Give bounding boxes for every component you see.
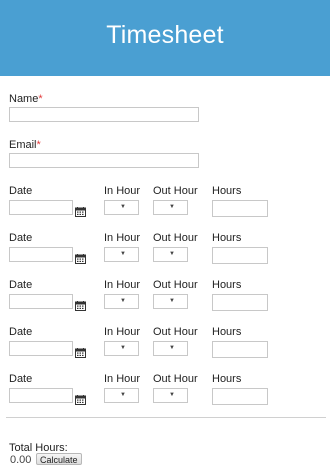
out-hour-select[interactable]: ▼ <box>153 200 188 215</box>
chevron-down-icon: ▼ <box>169 345 175 351</box>
divider <box>6 417 326 418</box>
date-input[interactable] <box>9 341 73 356</box>
email-label: Email <box>9 139 37 151</box>
hours-input[interactable] <box>212 341 268 358</box>
in-hour-select[interactable]: ▼ <box>104 341 139 356</box>
out-hour-column-label: Out Hour <box>153 185 198 197</box>
page-title: Timesheet <box>106 21 224 49</box>
hours-column-label: Hours <box>212 185 242 197</box>
date-input[interactable] <box>9 200 73 215</box>
in-hour-select[interactable]: ▼ <box>104 294 139 309</box>
hours-input[interactable] <box>212 388 268 405</box>
date-column-label: Date <box>9 232 33 244</box>
chevron-down-icon: ▼ <box>120 204 126 210</box>
chevron-down-icon: ▼ <box>169 298 175 304</box>
chevron-down-icon: ▼ <box>169 251 175 257</box>
required-marker: * <box>36 139 41 151</box>
in-hour-select[interactable]: ▼ <box>104 388 139 403</box>
hours-column-label: Hours <box>212 373 242 385</box>
date-input[interactable] <box>9 294 73 309</box>
in-hour-column-label: In Hour <box>104 326 141 338</box>
date-column-label: Date <box>9 279 33 291</box>
hours-column-label: Hours <box>212 326 242 338</box>
name-label: Name <box>9 93 39 105</box>
date-column-label: Date <box>9 326 33 338</box>
name-label-group: Name* <box>9 93 43 105</box>
calendar-icon[interactable] <box>75 204 86 217</box>
out-hour-column-label: Out Hour <box>153 326 198 338</box>
hours-input[interactable] <box>212 247 268 264</box>
required-marker: * <box>38 93 43 105</box>
email-field[interactable] <box>9 153 199 168</box>
total-hours-value: 0.00 <box>10 454 32 466</box>
calendar-icon[interactable] <box>75 251 86 264</box>
out-hour-select[interactable]: ▼ <box>153 388 188 403</box>
out-hour-select[interactable]: ▼ <box>153 341 188 356</box>
calendar-icon[interactable] <box>75 298 86 311</box>
date-input[interactable] <box>9 388 73 403</box>
email-label-group: Email* <box>9 139 41 151</box>
in-hour-column-label: In Hour <box>104 232 141 244</box>
chevron-down-icon: ▼ <box>120 345 126 351</box>
date-column-label: Date <box>9 373 33 385</box>
out-hour-column-label: Out Hour <box>153 373 198 385</box>
hours-column-label: Hours <box>212 232 242 244</box>
in-hour-column-label: In Hour <box>104 279 141 291</box>
in-hour-column-label: In Hour <box>104 185 141 197</box>
in-hour-select[interactable]: ▼ <box>104 200 139 215</box>
hours-input[interactable] <box>212 294 268 311</box>
chevron-down-icon: ▼ <box>169 392 175 398</box>
calendar-icon[interactable] <box>75 392 86 405</box>
date-input[interactable] <box>9 247 73 262</box>
out-hour-select[interactable]: ▼ <box>153 247 188 262</box>
hours-input[interactable] <box>212 200 268 217</box>
out-hour-column-label: Out Hour <box>153 232 198 244</box>
calendar-icon[interactable] <box>75 345 86 358</box>
form-header: Timesheet <box>0 0 330 76</box>
out-hour-select[interactable]: ▼ <box>153 294 188 309</box>
hours-column-label: Hours <box>212 279 242 291</box>
in-hour-select[interactable]: ▼ <box>104 247 139 262</box>
calculate-button[interactable]: Calculate <box>36 453 82 465</box>
chevron-down-icon: ▼ <box>120 298 126 304</box>
out-hour-column-label: Out Hour <box>153 279 198 291</box>
chevron-down-icon: ▼ <box>120 251 126 257</box>
in-hour-column-label: In Hour <box>104 373 141 385</box>
chevron-down-icon: ▼ <box>120 392 126 398</box>
name-field[interactable] <box>9 107 199 122</box>
date-column-label: Date <box>9 185 33 197</box>
chevron-down-icon: ▼ <box>169 204 175 210</box>
